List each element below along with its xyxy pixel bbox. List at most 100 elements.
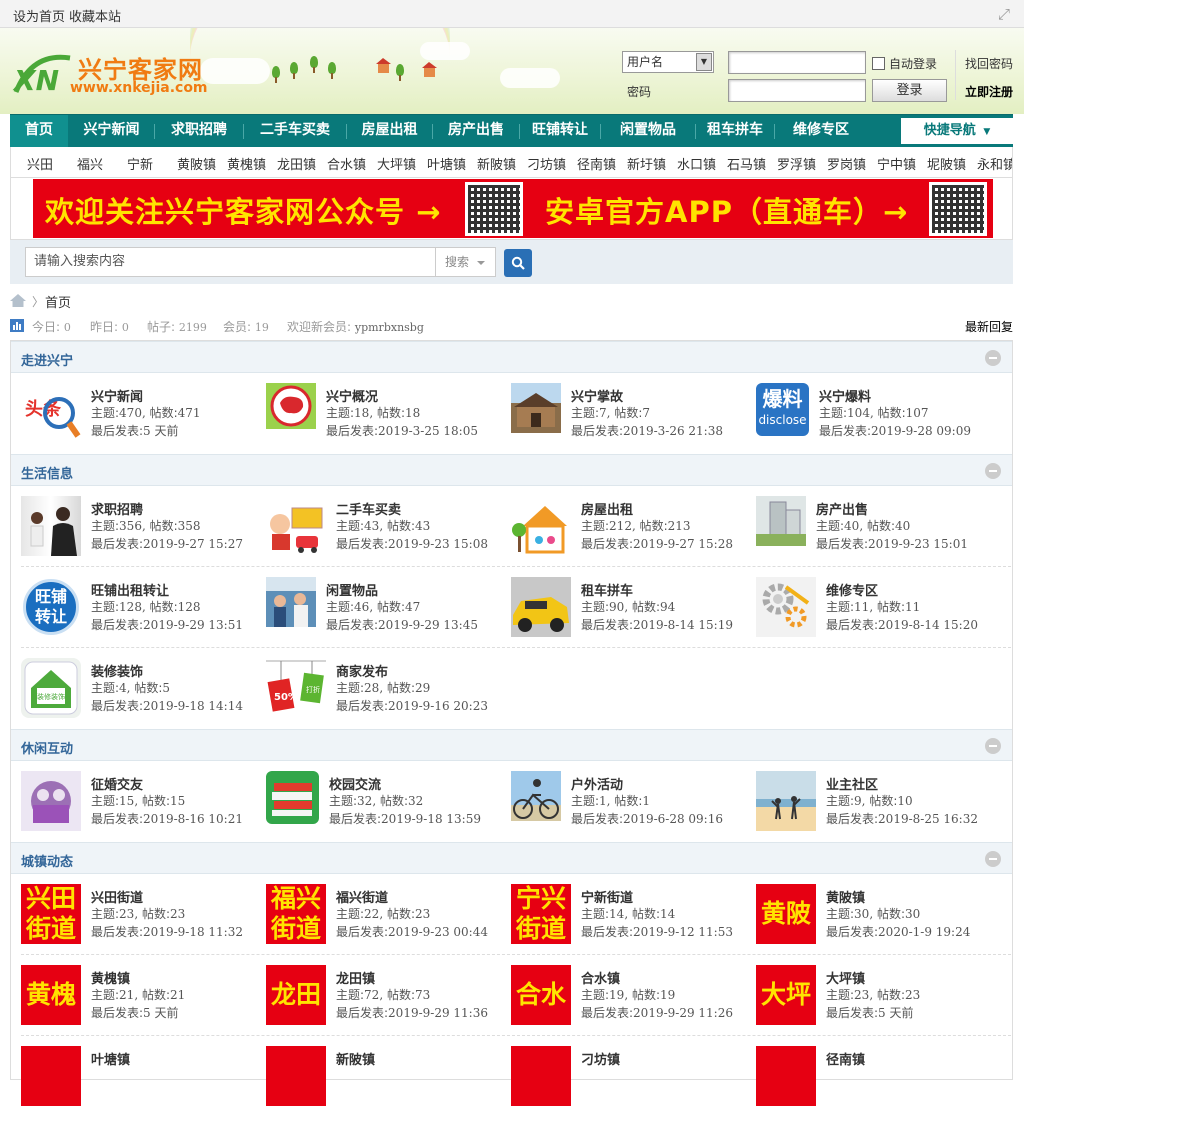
board-last-post[interactable]: 最后发表:2019-8-14 15:19 — [581, 616, 733, 633]
board-name[interactable]: 征婚交友 — [91, 774, 143, 793]
board-last-post[interactable]: 最后发表:2019-9-29 13:51 — [91, 616, 243, 633]
board-last-post[interactable]: 最后发表:2019-9-16 20:23 — [336, 697, 488, 714]
board-name[interactable]: 兴宁新闻 — [91, 386, 143, 405]
search-type-select[interactable]: 搜索 — [435, 247, 496, 277]
site-url[interactable]: www.xnkejia.com — [70, 80, 208, 96]
town-link[interactable]: 新陂镇 — [477, 154, 516, 173]
nav-property-sale[interactable]: 房产出售 — [434, 115, 518, 147]
board-name[interactable]: 叶塘镇 — [91, 1049, 130, 1068]
board-name[interactable]: 新陂镇 — [336, 1049, 375, 1068]
board-item[interactable]: 房产出售 主题:40, 帖数:40 最后发表:2019-9-23 15:01 — [756, 496, 1001, 576]
board-name[interactable]: 装修装饰 — [91, 661, 143, 680]
category-header[interactable]: 城镇动态 — [11, 842, 1012, 874]
board-last-post[interactable]: 最后发表:2019-9-29 13:45 — [326, 616, 478, 633]
board-last-post[interactable]: 最后发表:2019-9-23 00:44 — [336, 923, 488, 940]
board-name[interactable]: 业主社区 — [826, 774, 878, 793]
collapse-icon[interactable] — [985, 350, 1001, 366]
expand-icon[interactable]: ⤢ — [996, 6, 1012, 22]
category-header[interactable]: 生活信息 — [11, 454, 1012, 486]
board-last-post[interactable]: 最后发表:2019-9-29 11:26 — [581, 1004, 733, 1021]
board-name[interactable]: 兴宁掌故 — [571, 386, 623, 405]
board-last-post[interactable]: 最后发表:2019-9-18 14:14 — [91, 697, 243, 714]
board-last-post[interactable]: 最后发表:2019-9-27 15:27 — [91, 535, 243, 552]
collapse-icon[interactable] — [985, 738, 1001, 754]
board-name[interactable]: 户外活动 — [571, 774, 623, 793]
board-last-post[interactable]: 最后发表:2019-9-27 15:28 — [581, 535, 733, 552]
board-item[interactable]: 租车拼车 主题:90, 帖数:94 最后发表:2019-8-14 15:19 — [511, 577, 756, 657]
category-title[interactable]: 休闲互动 — [21, 738, 73, 757]
board-item[interactable]: 维修专区 主题:11, 帖数:11 最后发表:2019-8-14 15:20 — [756, 577, 1001, 657]
town-link[interactable]: 合水镇 — [327, 154, 366, 173]
register-link[interactable]: 立即注册 — [965, 83, 1013, 100]
town-link[interactable]: 叶塘镇 — [427, 154, 466, 173]
collapse-icon[interactable] — [985, 463, 1001, 479]
board-name[interactable]: 兴宁概况 — [326, 386, 378, 405]
login-button[interactable]: 登录 — [872, 79, 947, 102]
board-last-post[interactable]: 最后发表:5 天前 — [826, 1004, 914, 1021]
nav-news[interactable]: 兴宁新闻 — [70, 115, 153, 147]
search-input[interactable]: 请输入搜索内容 — [25, 247, 436, 277]
nav-rent[interactable]: 房屋出租 — [348, 115, 431, 147]
category-title[interactable]: 生活信息 — [21, 463, 73, 482]
board-name[interactable]: 维修专区 — [826, 580, 878, 599]
town-link[interactable]: 宁新 — [127, 154, 153, 173]
town-link[interactable]: 新圩镇 — [627, 154, 666, 173]
nav-jobs[interactable]: 求职招聘 — [156, 115, 242, 147]
board-item[interactable]: 二手车买卖 主题:43, 帖数:43 最后发表:2019-9-23 15:08 — [266, 496, 511, 576]
board-item[interactable]: 兴宁概况 主题:18, 帖数:18 最后发表:2019-3-25 18:05 — [266, 383, 511, 463]
board-name[interactable]: 商家发布 — [336, 661, 388, 680]
password-input[interactable] — [728, 79, 866, 102]
board-item[interactable]: 合水 合水镇 主题:19, 帖数:19 最后发表:2019-9-29 11:26 — [511, 965, 756, 1045]
search-button[interactable] — [504, 249, 532, 277]
board-name[interactable]: 黄陂镇 — [826, 887, 865, 906]
town-link[interactable]: 坭陂镇 — [927, 154, 966, 173]
board-last-post[interactable]: 最后发表:2019-6-28 09:16 — [571, 810, 723, 827]
board-item[interactable]: 福兴街道 福兴街道 主题:22, 帖数:23 最后发表:2019-9-23 00… — [266, 884, 511, 964]
board-name[interactable]: 兴宁爆料 — [819, 386, 871, 405]
nav-shop-transfer[interactable]: 旺铺转让 — [521, 115, 599, 147]
board-name[interactable]: 校园交流 — [329, 774, 381, 793]
board-item[interactable]: 龙田 龙田镇 主题:72, 帖数:73 最后发表:2019-9-29 11:36 — [266, 965, 511, 1045]
category-title[interactable]: 城镇动态 — [21, 851, 73, 870]
collapse-icon[interactable] — [985, 851, 1001, 867]
board-last-post[interactable]: 最后发表:2019-9-29 11:36 — [336, 1004, 488, 1021]
board-name[interactable]: 宁新街道 — [581, 887, 633, 906]
board-item[interactable]: 爆料 disclose 兴宁爆料 主题:104, 帖数:107 最后发表:201… — [756, 383, 1001, 463]
town-link[interactable]: 径南镇 — [577, 154, 616, 173]
board-last-post[interactable]: 最后发表:2019-9-12 11:53 — [581, 923, 733, 940]
board-last-post[interactable]: 最后发表:2019-9-18 13:59 — [329, 810, 481, 827]
board-last-post[interactable]: 最后发表:2020-1-9 19:24 — [826, 923, 970, 940]
town-link[interactable]: 刁坊镇 — [527, 154, 566, 173]
board-item[interactable]: 征婚交友 主题:15, 帖数:15 最后发表:2019-8-16 10:21 — [21, 771, 266, 851]
quick-nav-button[interactable]: 快捷导航 ▼ — [901, 118, 1013, 144]
board-last-post[interactable]: 最后发表:2019-9-23 15:01 — [816, 535, 968, 552]
board-name[interactable]: 径南镇 — [826, 1049, 865, 1068]
board-item[interactable]: 刁坊镇 — [511, 1046, 756, 1126]
nav-carpool[interactable]: 租车拼车 — [697, 115, 773, 147]
board-last-post[interactable]: 最后发表:2019-8-14 15:20 — [826, 616, 978, 633]
nav-repair[interactable]: 维修专区 — [776, 115, 866, 147]
board-item[interactable]: 头条 兴宁新闻 主题:470, 帖数:471 最后发表:5 天前 — [21, 383, 266, 463]
logo-icon[interactable]: XN — [12, 50, 76, 100]
board-item[interactable]: 旺铺转让 旺铺出租转让 主题:128, 帖数:128 最后发表:2019-9-2… — [21, 577, 266, 657]
board-item[interactable]: 校园交流 主题:32, 帖数:32 最后发表:2019-9-18 13:59 — [266, 771, 511, 851]
board-name[interactable]: 龙田镇 — [336, 968, 375, 987]
board-item[interactable]: 户外活动 主题:1, 帖数:1 最后发表:2019-6-28 09:16 — [511, 771, 756, 851]
board-item[interactable]: 兴宁掌故 主题:7, 帖数:7 最后发表:2019-3-26 21:38 — [511, 383, 756, 463]
board-item[interactable]: 新陂镇 — [266, 1046, 511, 1126]
board-item[interactable]: 宁兴街道 宁新街道 主题:14, 帖数:14 最后发表:2019-9-12 11… — [511, 884, 756, 964]
board-last-post[interactable]: 最后发表:2019-9-18 11:32 — [91, 923, 243, 940]
town-link[interactable]: 永和镇 — [977, 154, 1012, 173]
board-item[interactable]: 求职招聘 主题:356, 帖数:358 最后发表:2019-9-27 15:27 — [21, 496, 266, 576]
board-item[interactable]: 闲置物品 主题:46, 帖数:47 最后发表:2019-9-29 13:45 — [266, 577, 511, 657]
town-link[interactable]: 黄陂镇 — [177, 154, 216, 173]
board-last-post[interactable]: 最后发表:2019-3-25 18:05 — [326, 422, 478, 439]
town-link[interactable]: 福兴 — [77, 154, 103, 173]
town-link[interactable]: 石马镇 — [727, 154, 766, 173]
board-name[interactable]: 闲置物品 — [326, 580, 378, 599]
board-item[interactable]: 大坪 大坪镇 主题:23, 帖数:23 最后发表:5 天前 — [756, 965, 1001, 1045]
board-last-post[interactable]: 最后发表:5 天前 — [91, 422, 179, 439]
town-link[interactable]: 龙田镇 — [277, 154, 316, 173]
find-password-link[interactable]: 找回密码 — [965, 55, 1013, 72]
board-last-post[interactable]: 最后发表:2019-8-16 10:21 — [91, 810, 243, 827]
